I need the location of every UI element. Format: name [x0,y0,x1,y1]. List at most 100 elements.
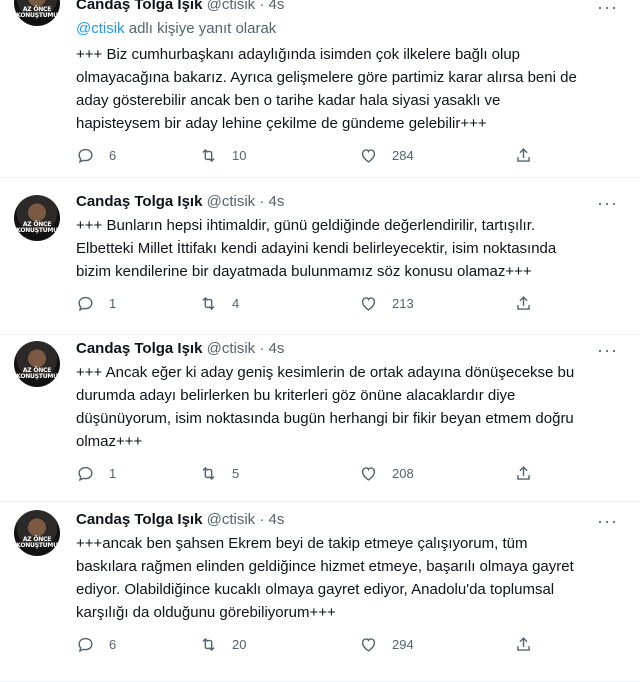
more-icon[interactable]: ··· [597,512,618,530]
tweet-time[interactable]: 4s [269,340,285,357]
tweet-text: +++ Ancak eğer ki aday geniş kesimlerin … [76,361,616,453]
share-icon [517,636,530,651]
tweet-time[interactable]: 4s [269,193,285,210]
like-count: 208 [392,465,414,481]
retweet-button[interactable]: 20 [199,632,246,656]
tweet-header: Candaş Tolga Işık @ctisik · 4s [76,0,284,15]
tweet-actions: 1 5 208 [76,461,546,485]
reply-icon [78,148,93,163]
author-handle[interactable]: @ctisik [207,0,256,13]
author-name[interactable]: Candaş Tolga Işık [76,193,202,210]
heart-icon [361,637,376,652]
tweet-time[interactable]: 4s [269,511,285,528]
reply-context-text: adlı kişiye yanıt olarak [124,20,277,37]
retweet-icon [202,637,215,651]
tweet-text-line: durumda adayı belirlerken bu kriterleri … [76,387,516,404]
tweet-text-line: +++ Bunların hepsi ihtimaldir, günü geld… [76,217,536,234]
share-button[interactable] [514,632,533,656]
reply-button[interactable]: 6 [76,632,116,656]
separator: · [255,511,269,528]
tweet-actions: 1 4 213 [76,291,546,315]
separator: · [255,193,269,210]
author-name[interactable]: Candaş Tolga Işık [76,0,202,13]
heart-icon [361,296,376,311]
reply-icon [78,466,93,481]
tweet-text-line: +++ Biz cumhurbaşkanı adaylığında isimde… [76,46,521,63]
avatar[interactable]: AZ ÖNCE KONUŞTUMU [14,510,60,556]
retweet-count: 10 [232,147,247,163]
avatar-overlay-text: AZ ÖNCE KONUŞTUMU [16,367,58,380]
retweet-count: 20 [232,636,247,652]
like-button[interactable]: 213 [359,291,414,315]
more-icon[interactable]: ··· [597,0,618,16]
tweet-text-line: +++ancak ben şahsen Ekrem beyi de takip … [76,535,528,552]
like-button[interactable]: 284 [359,143,414,167]
avatar[interactable]: AZ ÖNCE KONUŞTUMU [14,195,60,241]
retweet-icon [202,148,215,162]
tweet-text-line: ediyor. Olabildiğince kucaklı olmaya gay… [76,581,555,598]
avatar[interactable]: AZ ÖNCE KONUŞTUMU [14,0,60,26]
reply-count: 6 [109,147,117,163]
retweet-count: 5 [232,465,240,481]
reply-count: 1 [109,295,117,311]
retweet-button[interactable]: 4 [199,291,239,315]
reply-button[interactable]: 1 [76,461,116,485]
tweet[interactable]: AZ ÖNCE KONUŞTUMU Candaş Tolga Işık @ctis… [0,502,640,682]
tweet-text-line: düşünüyorum, isim noktasında bugün herha… [76,410,574,427]
reply-count: 6 [109,636,117,652]
tweet-text-line: bizim kendilerine bir dayatmada bulunmam… [76,263,532,280]
share-icon [517,295,530,310]
reply-mention-link[interactable]: @ctisik [76,20,125,37]
reply-button[interactable]: 6 [76,143,116,167]
author-name[interactable]: Candaş Tolga Işık [76,340,202,357]
avatar-overlay-text: AZ ÖNCE KONUŞTUMU [16,536,58,549]
avatar-overlay-text: AZ ÖNCE KONUŞTUMU [16,6,58,19]
heart-icon [361,466,376,481]
tweet[interactable]: AZ ÖNCE KONUŞTUMU Candaş Tolga Işık @ctis… [0,178,640,335]
tweet-text-line: karşılığı da olduğunu görebiliyorum+++ [76,604,336,621]
author-handle[interactable]: @ctisik [207,340,256,357]
tweet-text-line: olmaz+++ [76,433,143,450]
share-button[interactable] [514,461,533,485]
tweet-text: +++ Bunların hepsi ihtimaldir, günü geld… [76,214,616,283]
tweet-actions: 6 10 284 [76,143,546,167]
author-name[interactable]: Candaş Tolga Işık [76,511,202,528]
tweet-actions: 6 20 294 [76,632,546,656]
heart-icon [361,148,376,163]
tweet-text-line: +++ Ancak eğer ki aday geniş kesimlerin … [76,364,575,381]
avatar[interactable]: AZ ÖNCE KONUŞTUMU [14,341,60,387]
like-count: 213 [392,295,414,311]
more-icon[interactable]: ··· [597,194,618,212]
tweet[interactable]: AZ ÖNCE KONUŞTUMU Candaş Tolga Işık @ctis… [0,0,640,178]
retweet-icon [202,466,215,480]
separator: · [255,340,269,357]
retweet-count: 4 [232,295,240,311]
tweet-header: Candaş Tolga Işık @ctisik · 4s [76,192,284,212]
tweet-text-line: aday gösterebilir ancak ben o tarihe kad… [76,92,501,109]
author-handle[interactable]: @ctisik [207,193,256,210]
tweet-text-line: hapisteysem bir aday lehine çekilme de g… [76,115,487,132]
tweet-text: +++ Biz cumhurbaşkanı adaylığında isimde… [76,43,616,135]
share-button[interactable] [514,143,533,167]
like-count: 284 [392,147,414,163]
retweet-button[interactable]: 10 [199,143,246,167]
avatar-overlay-text: AZ ÖNCE KONUŞTUMU [16,221,58,234]
author-handle[interactable]: @ctisik [207,511,256,528]
share-button[interactable] [514,291,533,315]
reply-button[interactable]: 1 [76,291,116,315]
more-icon[interactable]: ··· [597,341,618,359]
reply-icon [78,637,93,652]
tweet-header: Candaş Tolga Işık @ctisik · 4s [76,339,284,359]
tweet-header: Candaş Tolga Işık @ctisik · 4s [76,510,284,530]
tweet-text-line: olmayacağına bakarız. Ayrıca gelişmelere… [76,69,577,86]
like-count: 294 [392,636,414,652]
tweet[interactable]: AZ ÖNCE KONUŞTUMU Candaş Tolga Işık @ctis… [0,335,640,502]
separator: · [255,0,269,13]
like-button[interactable]: 208 [359,461,414,485]
like-button[interactable]: 294 [359,632,414,656]
tweet-text: +++ancak ben şahsen Ekrem beyi de takip … [76,532,616,624]
tweet-text-line: baskılara rağmen elinden geldiğince hizm… [76,558,574,575]
tweet-time[interactable]: 4s [269,0,285,13]
share-icon [517,465,530,480]
retweet-button[interactable]: 5 [199,461,239,485]
